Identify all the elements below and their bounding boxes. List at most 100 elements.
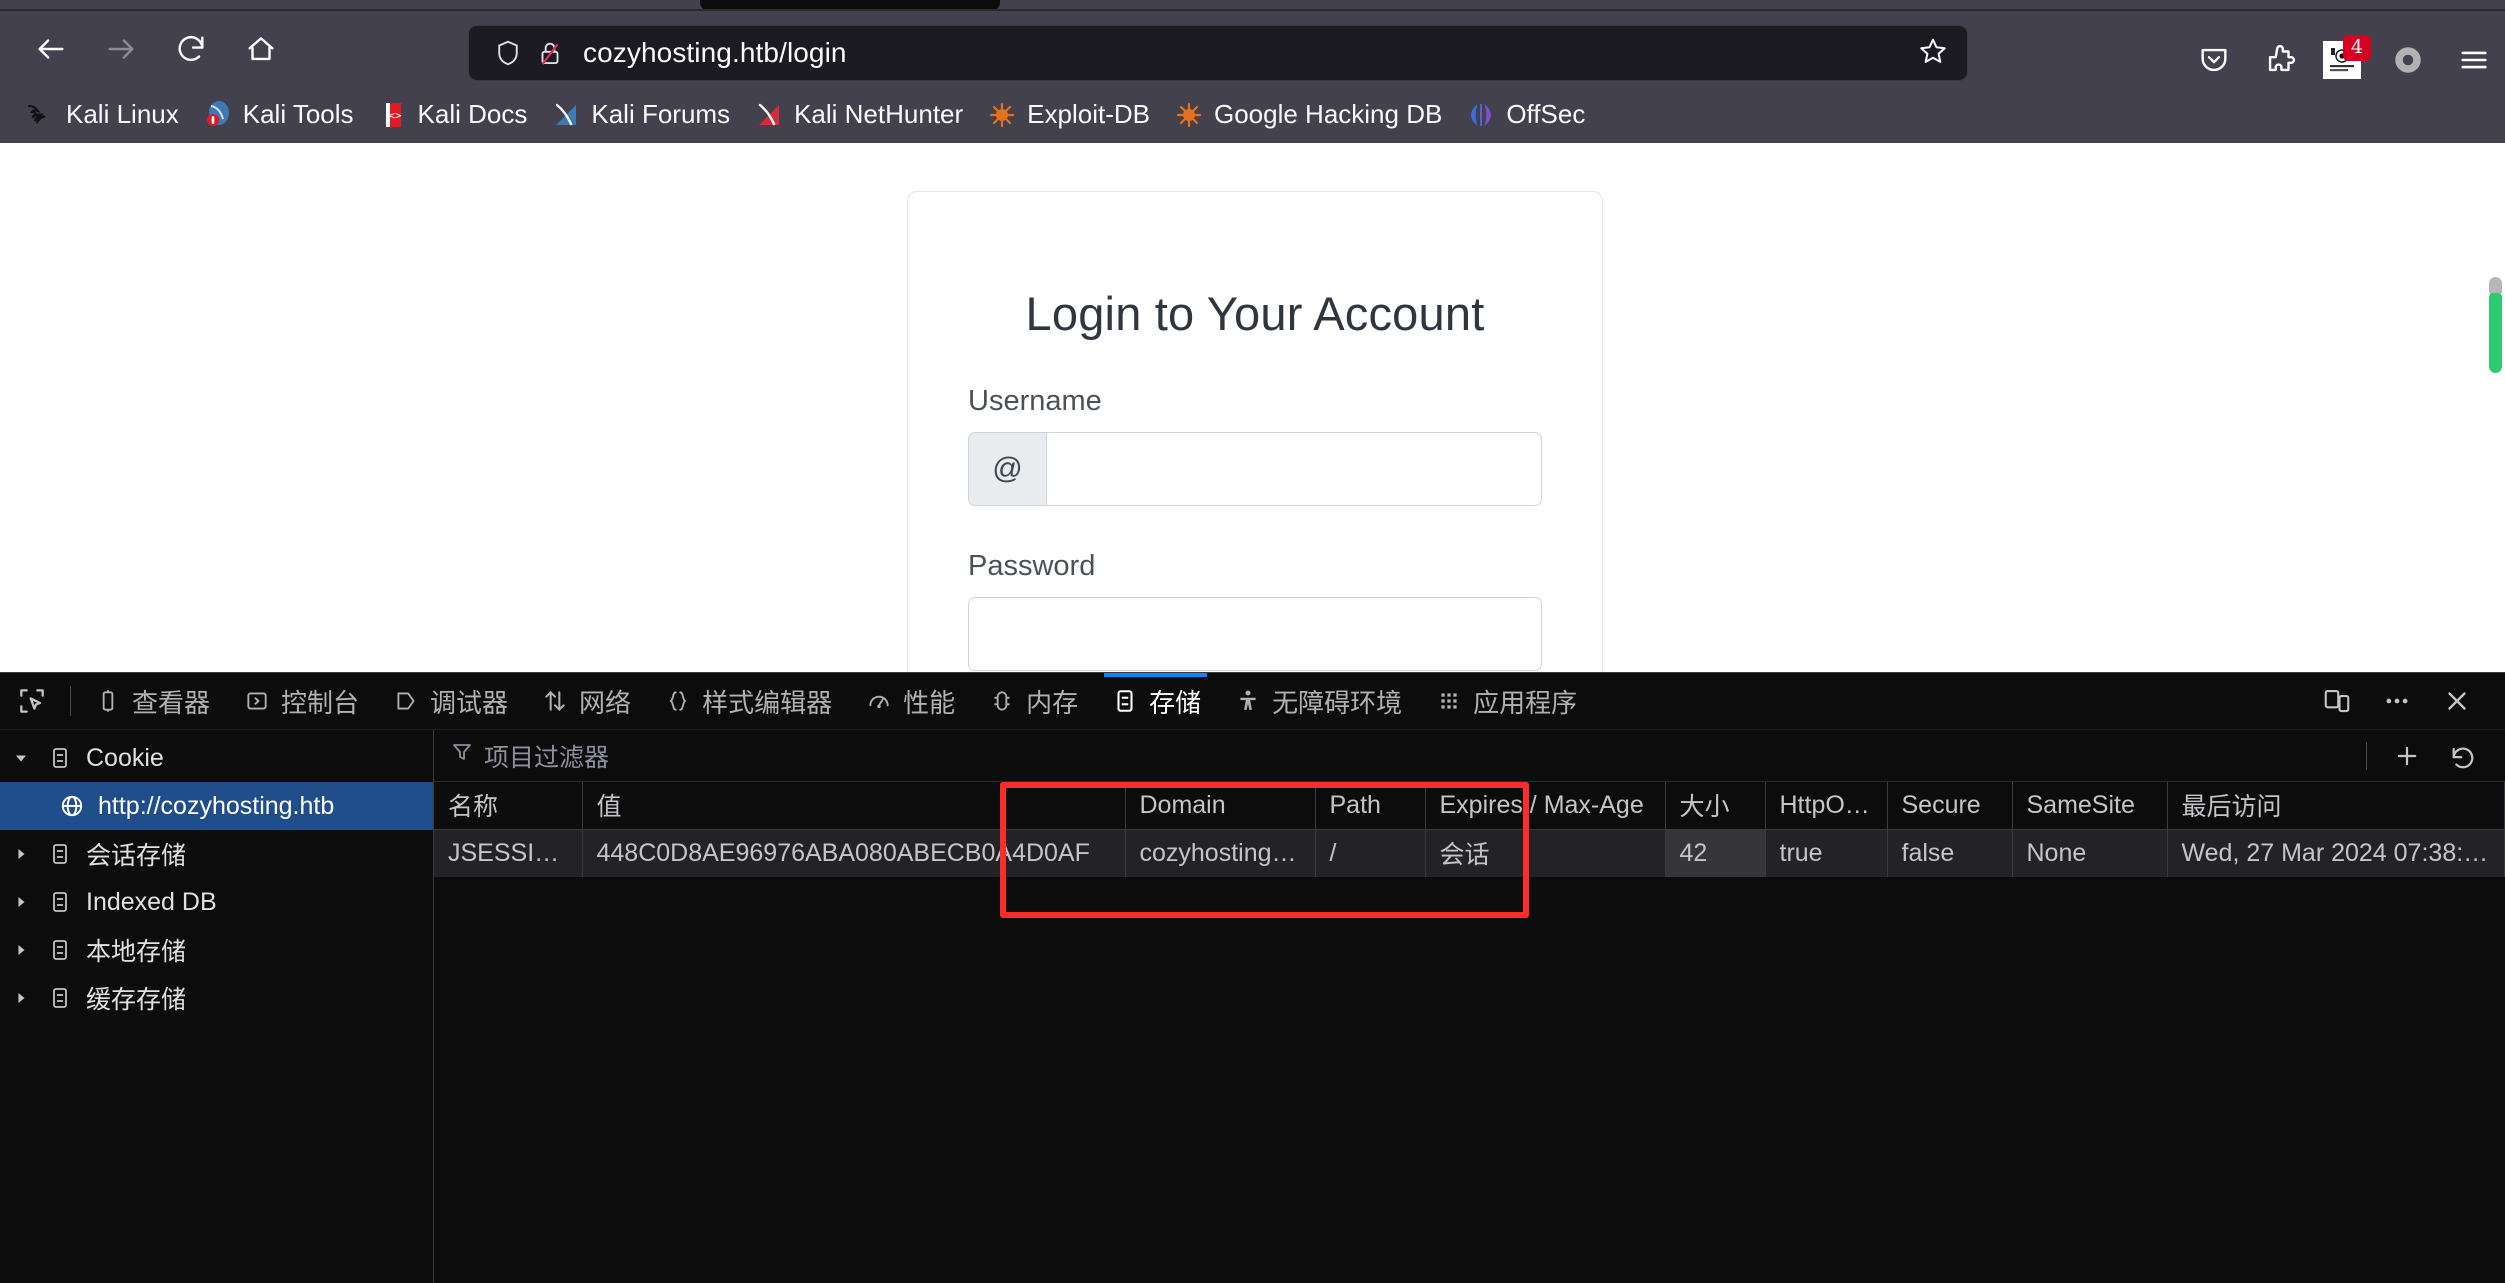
globe-icon [56,793,88,819]
tab-performance[interactable]: 性能 [848,673,971,729]
cell-name[interactable]: JSESSIONID [434,829,583,877]
storage-tree-item-local-storage[interactable]: 本地存储 [0,926,433,974]
username-input-group[interactable]: @ [968,432,1542,506]
shield-icon[interactable] [487,38,529,68]
lock-crossed-icon[interactable] [529,38,571,68]
tab-inspector[interactable]: 查看器 [77,673,226,729]
hamburger-menu-icon[interactable] [2443,31,2505,89]
login-card: Login to Your Account Username @ Passwor… [907,191,1603,672]
tab-label: 性能 [903,687,956,718]
page-title: Login to Your Account [1025,287,1485,340]
storage-tree-label: 本地存储 [86,938,187,966]
tab-style-editor[interactable]: 样式编辑器 [647,673,848,729]
responsive-design-mode-icon[interactable] [2307,676,2367,726]
home-icon[interactable] [230,20,292,78]
tab-application[interactable]: 应用程序 [1418,673,1593,729]
bookmark-exploit-db[interactable]: Exploit-DB [975,93,1162,136]
refresh-icon[interactable] [2437,734,2489,778]
page-viewport: Login to Your Account Username @ Passwor… [0,143,2505,672]
tab-label: 内存 [1026,687,1079,718]
tab-label: 控制台 [281,687,360,718]
account-circle-icon[interactable] [2377,31,2439,89]
bookmark-label: Exploit-DB [1027,99,1150,129]
debugger-icon [391,688,421,714]
style-editor-icon [663,688,693,714]
forward-icon[interactable] [90,20,152,78]
chevron-right-icon[interactable] [8,894,34,910]
table-row[interactable]: JSESSIONID 448C0D8AE96976ABA080ABECB0A4D… [434,829,2505,877]
cell-size[interactable]: 42 [1665,829,1766,877]
storage-tree-item-cookie[interactable]: Cookie [0,734,433,782]
bookmark-label: Kali NetHunter [794,99,964,129]
column-header-domain[interactable]: Domain [1125,782,1316,830]
cell-value[interactable]: 448C0D8AE96976ABA080ABECB0A4D0AF [582,829,1126,877]
column-header-expires[interactable]: Expires / Max-Age [1425,782,1666,830]
chevron-right-icon[interactable] [8,942,34,958]
meatball-menu-icon[interactable] [2367,676,2427,726]
bookmark-label: OffSec [1506,99,1586,129]
kali-nethunter-icon [754,100,784,130]
storage-tree-item-indexed-db[interactable]: Indexed DB [0,878,433,926]
column-header-name[interactable]: 名称 [434,782,583,830]
bookmark-kali-nethunter[interactable]: Kali NetHunter [742,93,975,136]
back-icon[interactable] [20,20,82,78]
password-input[interactable] [968,597,1542,671]
tab-storage[interactable]: 存储 [1094,673,1217,729]
column-header-path[interactable]: Path [1315,782,1426,830]
funnel-icon [450,740,474,771]
plus-icon[interactable] [2381,734,2433,778]
storage-tree-item-host[interactable]: http://cozyhosting.htb [0,782,433,830]
table-header-row: 名称 值 Domain Path Expires / Max-Age 大小 Ht… [434,782,2505,830]
column-header-samesite[interactable]: SameSite [2012,782,2168,830]
cell-domain[interactable]: cozyhosting.htb [1125,829,1316,877]
tab-memory[interactable]: 内存 [971,673,1094,729]
cell-path[interactable]: / [1315,829,1426,877]
cell-last-accessed[interactable]: Wed, 27 Mar 2024 07:38:22 GMT [2167,829,2505,877]
bookmark-label: Kali Docs [417,99,528,129]
tab-network[interactable]: 网络 [524,673,647,729]
bookmark-kali-forums[interactable]: Kali Forums [539,93,742,136]
cell-expires[interactable]: 会话 [1425,829,1666,877]
storage-tree-item-cache-storage[interactable]: 缓存存储 [0,974,433,1022]
storage-tree-item-session-storage[interactable]: 会话存储 [0,830,433,878]
chevron-down-icon[interactable] [8,750,34,766]
network-icon [540,688,570,714]
chevron-right-icon[interactable] [8,846,34,862]
chevron-right-icon[interactable] [8,990,34,1006]
filter-input[interactable]: 项目过滤器 [450,738,609,774]
star-icon[interactable] [1917,35,1949,72]
tab-debugger[interactable]: 调试器 [375,673,524,729]
tab-strip [0,0,2505,11]
bookmark-kali-linux[interactable]: Kali Linux [14,93,191,136]
tab-accessibility[interactable]: 无障碍环境 [1217,673,1418,729]
kali-tools-icon [203,100,233,130]
tab-label: 网络 [579,687,632,718]
cell-samesite[interactable]: None [2012,829,2168,877]
reload-icon[interactable] [160,20,222,78]
bookmark-google-hacking-db[interactable]: Google Hacking DB [1162,93,1454,136]
storage-tree-label: Indexed DB [86,887,217,916]
cell-httponly[interactable]: true [1765,829,1888,877]
password-input-group[interactable] [968,597,1542,671]
bookmark-kali-tools[interactable]: Kali Tools [191,93,366,136]
column-header-value[interactable]: 值 [582,782,1126,830]
close-icon[interactable] [2427,676,2487,726]
username-input[interactable] [1046,432,1542,506]
puzzle-piece-icon[interactable] [2249,31,2311,89]
console-icon [242,688,272,714]
cell-secure[interactable]: false [1887,829,2013,877]
bookmark-kali-docs[interactable]: <> Kali Docs [366,93,540,136]
storage-tree: Cookie http://cozyhosting.htb 会话存储 Index… [0,730,434,1283]
column-header-secure[interactable]: Secure [1887,782,2013,830]
bookmark-offsec[interactable]: OffSec [1454,93,1597,136]
url-bar[interactable]: cozyhosting.htb/login [468,25,1968,81]
column-header-last-accessed[interactable]: 最后访问 [2167,782,2505,830]
addon-thumbnail-icon[interactable]: 4 [2311,31,2373,89]
url-text[interactable]: cozyhosting.htb/login [583,37,1917,69]
pocket-icon[interactable] [2183,31,2245,89]
column-header-size[interactable]: 大小 [1665,782,1766,830]
tab-console[interactable]: 控制台 [226,673,375,729]
element-picker-icon[interactable] [0,685,64,717]
column-header-httponly[interactable]: HttpOnly [1765,782,1888,830]
page-scrollbar-thumb[interactable] [2489,277,2502,373]
